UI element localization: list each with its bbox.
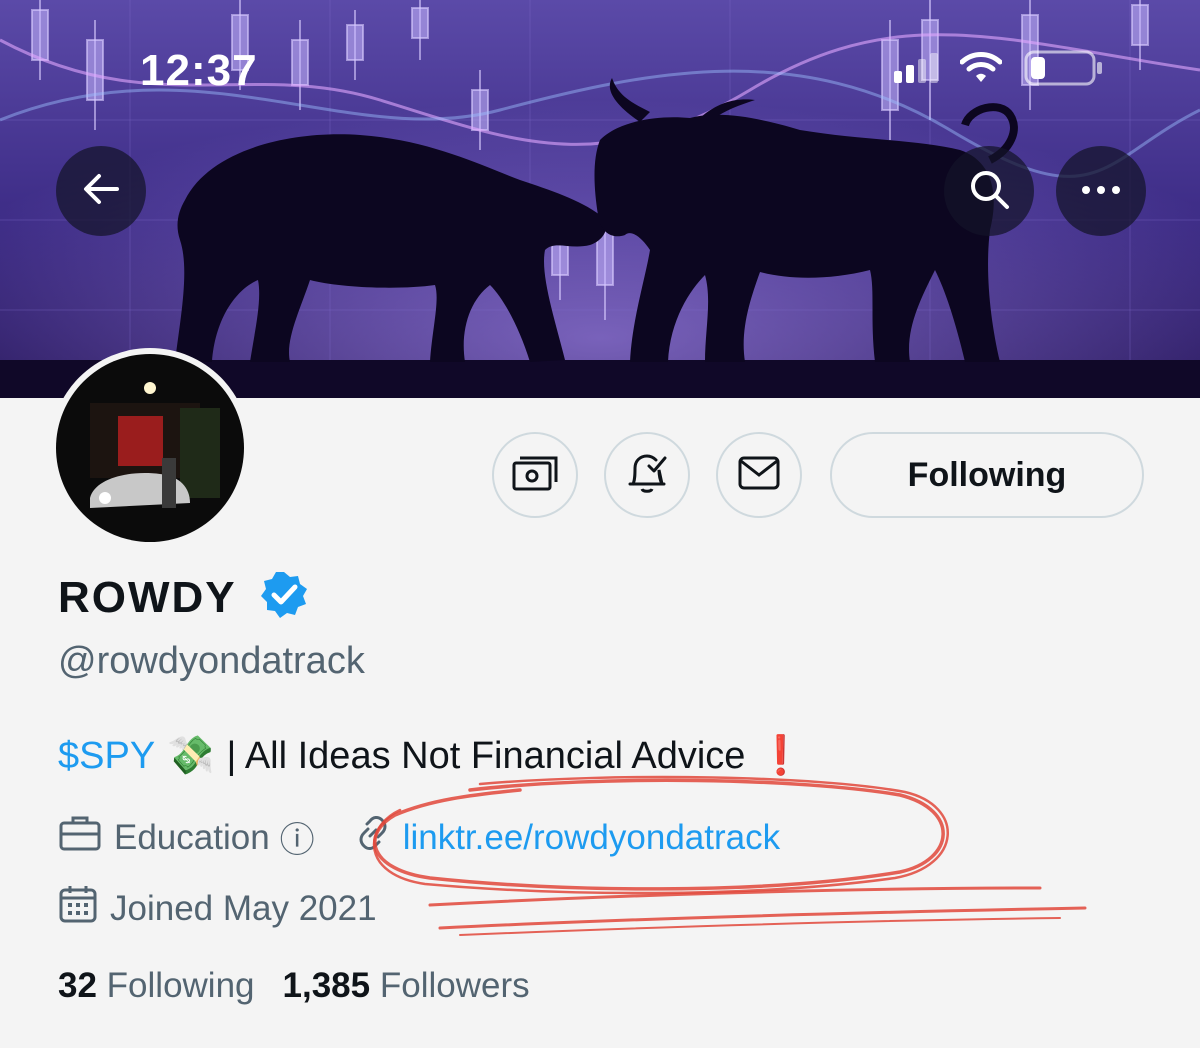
bell-check-icon (625, 450, 669, 501)
briefcase-icon (58, 814, 102, 861)
following-count: 32 (58, 966, 97, 1005)
notifications-button[interactable] (604, 432, 690, 518)
bio-text: | All Ideas Not Financial Advice (226, 734, 746, 777)
avatar[interactable] (50, 348, 250, 548)
bio: $SPY 💸 | All Ideas Not Financial Advice … (58, 734, 805, 778)
cellular-signal-icon (894, 53, 938, 88)
battery-icon (1024, 50, 1104, 91)
exclamation-emoji: ❗ (757, 735, 805, 777)
website-link[interactable]: linktr.ee/rowdyondatrack (403, 818, 780, 858)
cashtag-link[interactable]: $SPY (58, 735, 155, 778)
more-options-button[interactable] (1056, 146, 1146, 236)
display-name: ROWDY (58, 572, 237, 622)
money-icon (511, 453, 559, 498)
joined-row: Joined May 2021 (58, 884, 377, 933)
envelope-icon (737, 455, 781, 496)
followers-label: Followers (379, 966, 530, 1005)
name-row: ROWDY (58, 570, 309, 625)
status-time: 12:37 (140, 46, 258, 95)
following-label: Following (106, 966, 255, 1005)
verified-badge-icon[interactable] (259, 570, 309, 625)
category-row: Education ⓘ linktr.ee/rowdyondatrack (58, 812, 780, 863)
status-icons (894, 50, 1104, 91)
money-wings-emoji: 💸 (167, 735, 215, 777)
more-horizontal-icon (1081, 182, 1121, 200)
search-icon (967, 167, 1011, 216)
back-button[interactable] (56, 146, 146, 236)
following-button[interactable]: Following (830, 432, 1144, 518)
joined-date: Joined May 2021 (110, 888, 377, 928)
follow-counts: 32 Following 1,385 Followers (58, 966, 530, 1006)
message-button[interactable] (716, 432, 802, 518)
search-button[interactable] (944, 146, 1034, 236)
link-icon (355, 815, 391, 860)
wifi-icon (959, 52, 1003, 89)
info-icon[interactable]: ⓘ (280, 812, 315, 863)
tip-button[interactable] (492, 432, 578, 518)
following-count-link[interactable]: 32 Following (58, 966, 255, 1006)
calendar-icon (58, 884, 98, 933)
handle: @rowdyondatrack (58, 640, 365, 682)
category-label: Education (114, 817, 270, 857)
followers-count: 1,385 (282, 966, 371, 1005)
arrow-left-icon (81, 172, 121, 211)
followers-count-link[interactable]: 1,385 Followers (283, 966, 530, 1006)
